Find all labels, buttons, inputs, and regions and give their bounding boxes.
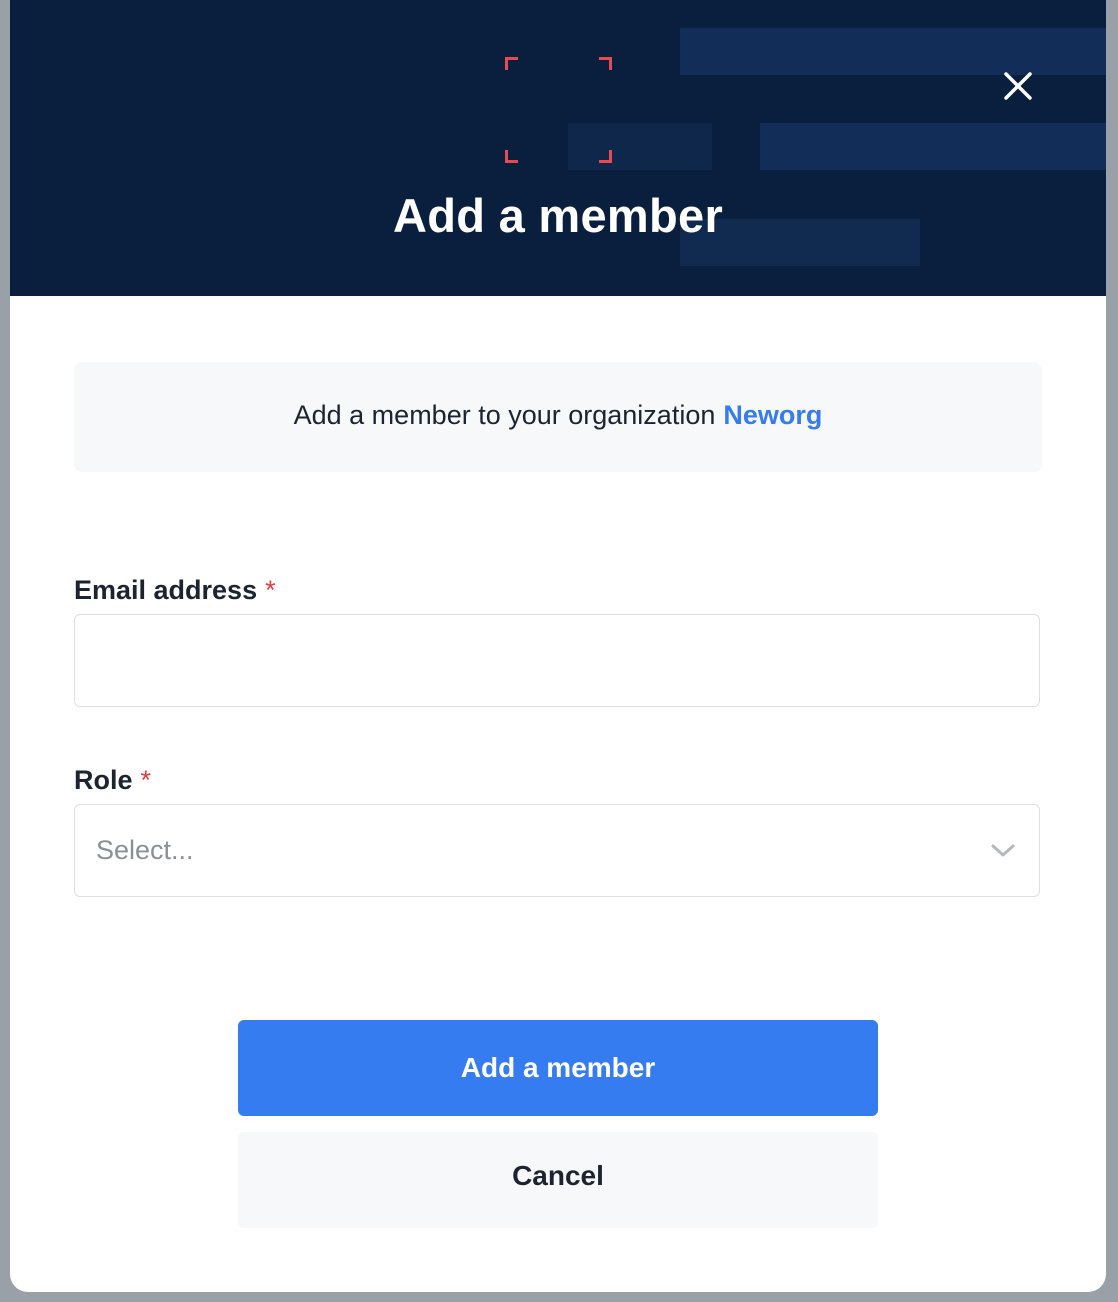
focus-bracket-icon [599,150,612,163]
focus-bracket-icon [599,57,612,70]
email-input[interactable] [75,615,1039,706]
close-button[interactable] [996,68,1040,112]
required-marker: * [140,765,152,795]
email-label-text: Email address [74,575,258,605]
focus-bracket-icon [505,150,518,163]
header-decoration [760,123,1106,170]
header-decoration [680,28,1106,75]
focus-bracket-icon [505,57,518,70]
email-field[interactable] [74,614,1040,707]
info-text: Add a member to your organization [293,400,716,430]
cancel-button[interactable]: Cancel [238,1132,878,1228]
close-icon [1004,72,1032,100]
dialog-title: Add a member [392,189,724,242]
role-select[interactable]: Select... [74,804,1040,897]
organization-link[interactable]: Neworg [723,400,822,430]
chevron-down-icon [991,844,1015,857]
role-label: Role * [74,763,151,797]
add-member-dialog: Add a member Add a member to your organi… [10,0,1106,1292]
add-member-button[interactable]: Add a member [238,1020,878,1116]
dialog-header: Add a member [10,0,1106,296]
header-decoration [568,123,712,170]
required-marker: * [265,575,276,605]
role-label-text: Role [74,765,133,795]
role-select-placeholder: Select... [96,835,194,865]
email-label: Email address * [74,573,276,607]
info-banner: Add a member to your organization Neworg [74,362,1042,472]
